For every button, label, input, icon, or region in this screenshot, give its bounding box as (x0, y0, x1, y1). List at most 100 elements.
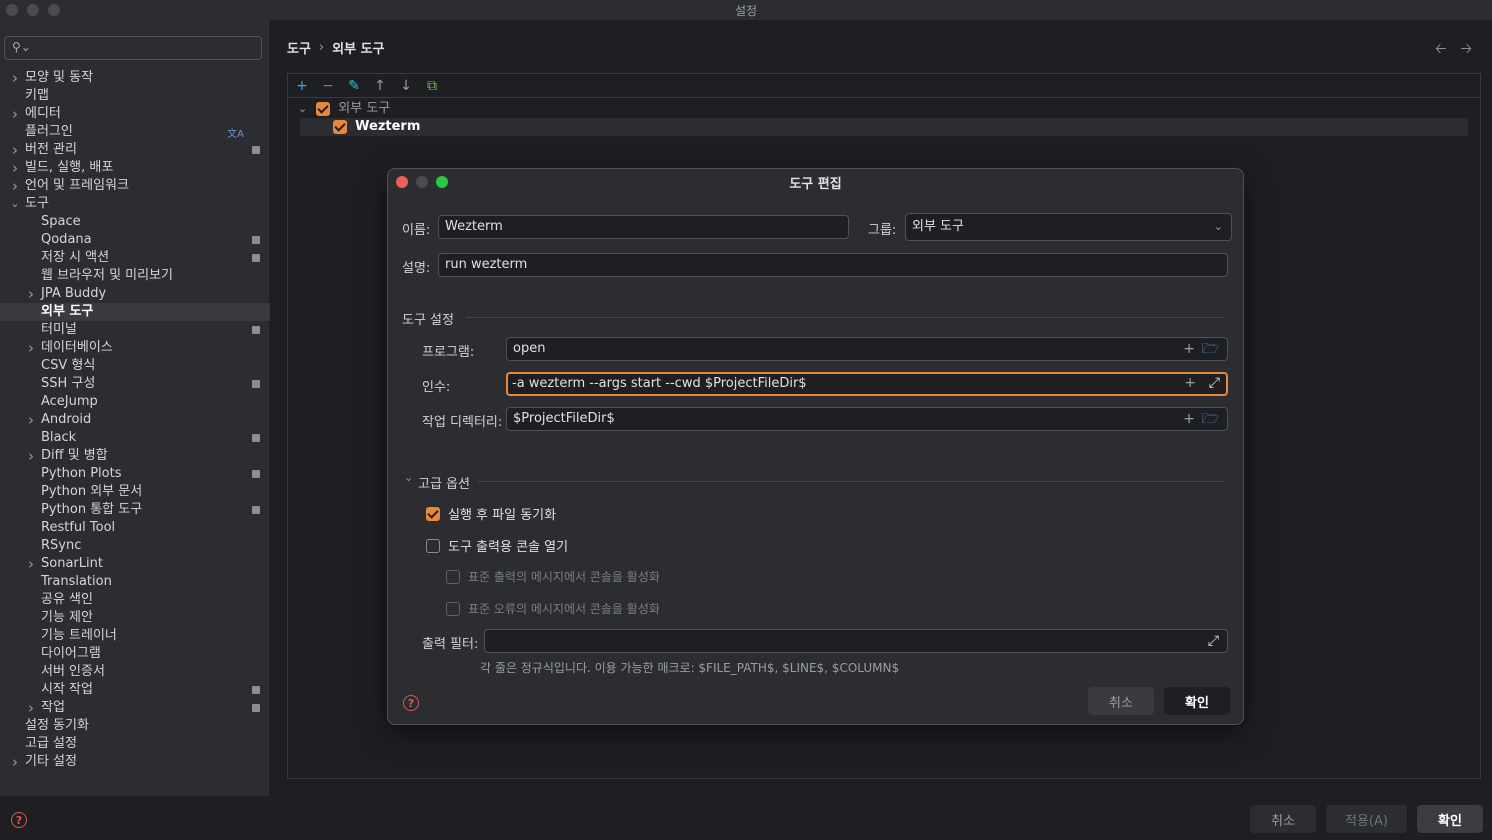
minus-icon[interactable]: − (320, 78, 336, 94)
workdir-field[interactable]: $ProjectFileDir$ + 🗁 (506, 407, 1228, 431)
help-icon[interactable]: ? (11, 812, 27, 828)
chevron-right-icon[interactable]: › (25, 699, 37, 717)
folder-icon[interactable]: 🗁 (1202, 408, 1219, 430)
plus-icon[interactable]: + (294, 78, 310, 94)
sidebar-item[interactable]: 플러그인 文A (0, 123, 270, 141)
window-minimize-button[interactable] (27, 4, 39, 16)
chevron-right-icon[interactable]: › (9, 105, 21, 123)
sidebar-item[interactable]: › Android (0, 411, 270, 429)
sidebar-item[interactable]: › 데이터베이스 (0, 339, 270, 357)
sidebar-item[interactable]: 공유 색인 (0, 591, 270, 609)
arrow-up-icon[interactable]: ↑ (372, 78, 388, 94)
tool-row[interactable]: Wezterm (300, 118, 1468, 136)
sidebar-item[interactable]: 웹 브라우저 및 미리보기 (0, 267, 270, 285)
sidebar-item[interactable]: Qodana (0, 231, 270, 249)
arrow-down-icon[interactable]: ↓ (398, 78, 414, 94)
sidebar-item[interactable]: SSH 구성 (0, 375, 270, 393)
sidebar-item[interactable]: › 기타 설정 (0, 753, 270, 771)
dialog-cancel-button[interactable]: 취소 (1088, 687, 1154, 715)
sidebar-item[interactable]: Python Plots (0, 465, 270, 483)
description-field[interactable]: run wezterm (438, 253, 1228, 277)
tool-checkbox[interactable] (333, 119, 347, 134)
chevron-right-icon[interactable]: › (25, 555, 37, 573)
breadcrumb-parent[interactable]: 도구 (287, 38, 311, 57)
chevron-down-icon[interactable]: ⌄ (404, 471, 413, 484)
sidebar-item[interactable]: 고급 설정 (0, 735, 270, 753)
sidebar-item[interactable]: Space (0, 213, 270, 231)
sidebar-item[interactable]: › 모양 및 동작 (0, 69, 270, 87)
sidebar-item[interactable]: Python 통합 도구 (0, 501, 270, 519)
help-icon[interactable]: ? (403, 695, 419, 711)
name-field[interactable]: Wezterm (438, 215, 849, 239)
open-console-row[interactable]: 도구 출력용 콘솔 열기 (426, 536, 568, 555)
forward-arrow-icon[interactable]: 🡢 (1461, 38, 1472, 62)
sidebar-item[interactable]: Black (0, 429, 270, 447)
sidebar-item[interactable]: › 빌드, 실행, 배포 (0, 159, 270, 177)
expand-icon[interactable]: ⤢ (1209, 374, 1220, 393)
sidebar-item[interactable]: › 언어 및 프레임워크 (0, 177, 270, 195)
sidebar-item[interactable]: 설정 동기화 (0, 717, 270, 735)
cancel-button[interactable]: 취소 (1250, 805, 1316, 833)
window-controls[interactable] (6, 4, 60, 16)
ok-button[interactable]: 확인 (1417, 805, 1483, 833)
sidebar-item[interactable]: 기능 트레이너 (0, 627, 270, 645)
sidebar-item[interactable]: › 에디터 (0, 105, 270, 123)
chevron-right-icon[interactable]: › (9, 159, 21, 177)
arguments-field[interactable]: -a wezterm --args start --cwd $ProjectFi… (506, 372, 1228, 396)
open-console-checkbox[interactable] (426, 538, 440, 553)
sidebar-item[interactable]: › 버전 관리 (0, 141, 270, 159)
sidebar-item[interactable]: 외부 도구 (0, 303, 270, 321)
sidebar-item[interactable]: Python 외부 문서 (0, 483, 270, 501)
apply-button[interactable]: 적용(A) (1326, 805, 1407, 833)
sidebar-item[interactable]: 저장 시 액션 (0, 249, 270, 267)
chevron-right-icon[interactable]: › (25, 447, 37, 465)
chevron-down-icon[interactable]: ⌄ (298, 100, 312, 118)
back-arrow-icon[interactable]: 🡠 (1435, 38, 1446, 62)
pencil-icon[interactable]: ✎ (346, 78, 362, 94)
sidebar-item[interactable]: Restful Tool (0, 519, 270, 537)
copy-icon[interactable]: ⧉ (424, 78, 440, 94)
sync-files-row[interactable]: 실행 후 파일 동기화 (426, 504, 556, 523)
window-close-button[interactable] (6, 4, 18, 16)
chevron-right-icon[interactable]: › (9, 69, 21, 87)
sync-files-checkbox[interactable] (426, 506, 440, 521)
tool-group-row[interactable]: ⌄ 외부 도구 (288, 100, 1480, 118)
sidebar-item[interactable]: Translation (0, 573, 270, 591)
sidebar-item[interactable]: 기능 제안 (0, 609, 270, 627)
dialog-ok-button[interactable]: 확인 (1164, 687, 1230, 715)
sidebar-item[interactable]: RSync (0, 537, 270, 555)
advanced-options-title[interactable]: 고급 옵션 (418, 473, 470, 492)
sidebar-item[interactable]: › SonarLint (0, 555, 270, 573)
dialog-close-button[interactable] (396, 176, 408, 188)
sidebar-item[interactable]: › 작업 (0, 699, 270, 717)
chevron-right-icon[interactable]: › (9, 753, 21, 771)
chevron-right-icon[interactable]: › (25, 411, 37, 429)
sidebar-item[interactable]: › JPA Buddy (0, 285, 270, 303)
sidebar-item[interactable]: › Diff 및 병합 (0, 447, 270, 465)
sidebar-item[interactable]: AceJump (0, 393, 270, 411)
sidebar-item[interactable]: 다이어그램 (0, 645, 270, 663)
dialog-zoom-button[interactable] (436, 176, 448, 188)
sidebar-item[interactable]: 시작 작업 (0, 681, 270, 699)
chevron-right-icon[interactable]: › (25, 339, 37, 357)
expand-icon[interactable]: ⤢ (1208, 630, 1219, 652)
settings-search-input[interactable]: ⚲⌄ (4, 36, 262, 60)
program-field[interactable]: open + 🗁 (506, 337, 1228, 361)
tool-group-checkbox[interactable] (316, 101, 331, 116)
sidebar-item[interactable]: ⌄ 도구 (0, 195, 270, 213)
group-select[interactable]: 외부 도구 ⌄ (905, 213, 1232, 241)
sidebar-item[interactable]: 터미널 (0, 321, 270, 339)
window-zoom-button[interactable] (48, 4, 60, 16)
sidebar-item[interactable]: CSV 형식 (0, 357, 270, 375)
folder-icon[interactable]: 🗁 (1202, 338, 1219, 360)
chevron-right-icon[interactable]: › (9, 177, 21, 195)
plus-icon[interactable]: + (1184, 374, 1196, 393)
plus-icon[interactable]: + (1183, 338, 1195, 360)
chevron-right-icon[interactable]: › (9, 141, 21, 159)
chevron-right-icon[interactable]: › (25, 285, 37, 303)
plus-icon[interactable]: + (1183, 408, 1195, 430)
output-filter-field[interactable]: ⤢ (484, 629, 1228, 653)
sidebar-item[interactable]: 서버 인증서 (0, 663, 270, 681)
sidebar-item[interactable]: 키맵 (0, 87, 270, 105)
chevron-down-icon[interactable]: ⌄ (9, 195, 21, 213)
